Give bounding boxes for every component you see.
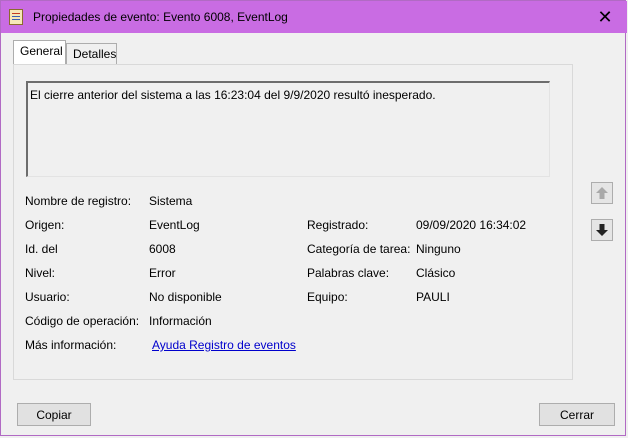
copy-button[interactable]: Copiar [17, 403, 91, 426]
label-nivel: Nivel: [25, 266, 56, 280]
value-codigo-operacion: Información [149, 314, 212, 328]
label-mas-informacion: Más información: [25, 338, 117, 352]
value-equipo: PAULI [416, 290, 450, 304]
close-dialog-button[interactable]: Cerrar [539, 403, 615, 426]
label-palabras-clave: Palabras clave: [307, 266, 390, 280]
arrow-up-icon [596, 187, 608, 199]
value-usuario: No disponible [149, 290, 222, 304]
window-title: Propiedades de evento: Evento 6008, Even… [33, 10, 288, 24]
tab-detalles[interactable]: Detalles [66, 43, 117, 65]
label-usuario: Usuario: [25, 290, 70, 304]
general-panel: El cierre anterior del sistema a las 16:… [13, 64, 573, 380]
value-id: 6008 [149, 242, 176, 256]
event-description[interactable]: El cierre anterior del sistema a las 16:… [26, 81, 550, 177]
label-nombre-registro: Nombre de registro: [25, 194, 132, 208]
next-event-button[interactable] [591, 219, 613, 241]
event-log-icon [9, 9, 23, 25]
value-registrado: 09/09/2020 16:34:02 [416, 218, 527, 232]
value-palabras-clave: Clásico [416, 266, 456, 280]
label-registrado: Registrado: [307, 218, 369, 232]
label-codigo-operacion: Código de operación: [25, 314, 140, 328]
tab-general[interactable]: General [13, 40, 66, 64]
label-equipo: Equipo: [307, 290, 348, 304]
previous-event-button[interactable] [591, 182, 613, 204]
title-bar[interactable]: Propiedades de evento: Evento 6008, Even… [1, 1, 627, 33]
value-nivel: Error [149, 266, 176, 280]
event-log-help-link[interactable]: Ayuda Registro de eventos [152, 338, 296, 352]
arrow-down-icon [596, 224, 608, 236]
close-button[interactable]: ✕ [583, 1, 627, 33]
label-categoria: Categoría de tarea: [307, 242, 411, 256]
value-categoria: Ninguno [416, 242, 461, 256]
label-origen: Origen: [25, 218, 65, 232]
value-nombre-registro: Sistema [149, 194, 193, 208]
value-origen: EventLog [149, 218, 200, 232]
label-id: Id. del [25, 242, 58, 256]
event-properties-dialog: Propiedades de evento: Evento 6008, Even… [0, 0, 627, 436]
